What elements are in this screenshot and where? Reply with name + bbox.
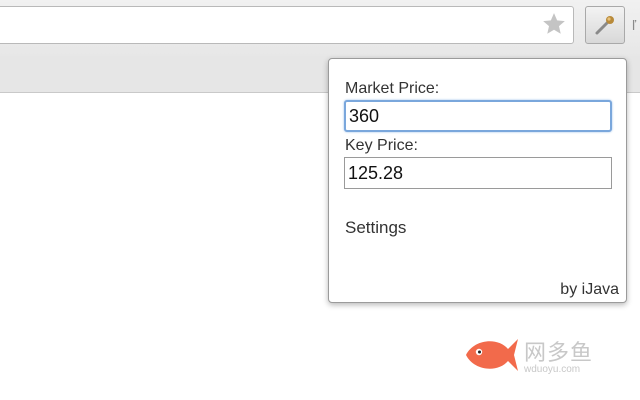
settings-link[interactable]: Settings xyxy=(345,218,406,238)
key-price-label: Key Price: xyxy=(345,137,418,154)
extension-popup: Market Price: Key Price: Settings by iJa… xyxy=(328,58,627,303)
browser-window: ľ Market Price: Key Price: Settings by i… xyxy=(0,0,640,400)
star-icon[interactable] xyxy=(541,11,567,37)
window-edge: ľ xyxy=(632,17,637,33)
fish-logo-icon xyxy=(466,339,518,371)
extension-button[interactable] xyxy=(585,6,625,44)
watermark-url: wduoyu.com xyxy=(524,364,581,375)
browser-toolbar: ľ xyxy=(0,0,640,56)
watermark-text: 网多鱼 xyxy=(524,341,594,366)
wrench-icon xyxy=(595,16,614,35)
watermark: 网多鱼 wduoyu.com xyxy=(462,331,602,381)
market-price-input[interactable] xyxy=(344,100,612,132)
address-bar[interactable] xyxy=(0,6,574,44)
market-price-label: Market Price: xyxy=(345,80,440,97)
author-credit: by iJava xyxy=(560,281,619,298)
key-price-input[interactable] xyxy=(344,157,612,189)
